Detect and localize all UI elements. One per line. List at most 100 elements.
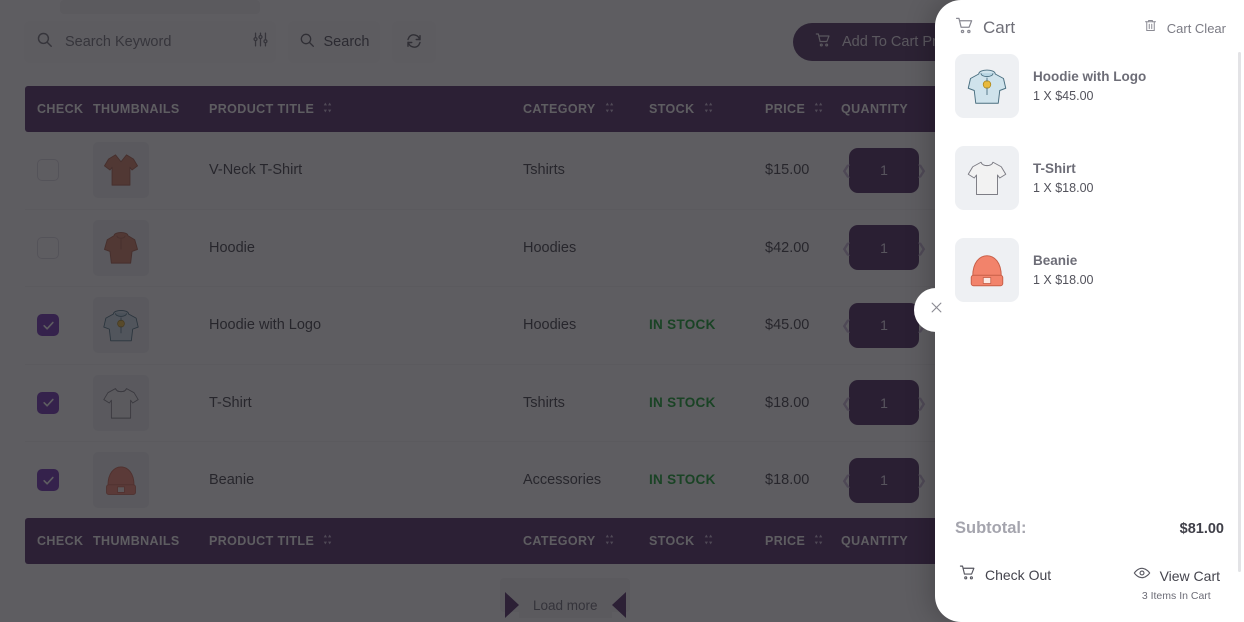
row-checkbox[interactable] [37,236,59,259]
sort-icon[interactable] [812,101,825,117]
quantity-decrement-icon[interactable]: ❮ [841,474,852,487]
search-button-label: Search [323,34,370,50]
search-input[interactable] [65,34,252,50]
cart-items-list[interactable]: Hoodie with Logo 1 X $45.00 T-Shirt 1 X … [935,50,1244,509]
quantity-value: 1 [849,147,919,193]
sort-icon[interactable] [812,533,825,549]
row-product-title: Hoodie with Logo [209,317,322,334]
column-header-cat[interactable]: CATEGORY [523,533,649,549]
row-checkbox[interactable] [37,391,59,414]
cart-item-name: Hoodie with Logo [1033,69,1147,84]
cart-item[interactable]: T-Shirt 1 X $18.00 [955,146,1226,210]
quantity-decrement-icon[interactable]: ❮ [841,241,852,254]
quantity-decrement-icon[interactable]: ❮ [841,164,852,177]
row-checkbox[interactable] [37,159,59,182]
quantity-stepper[interactable]: ❮ 1 ❯ [841,380,927,426]
cart-icon [815,32,831,52]
row-checkbox[interactable] [37,314,59,337]
cart-title: Cart [983,18,1016,37]
beanie-icon [955,238,1019,302]
cart-item-qty-price: 1 X $45.00 [1033,89,1094,103]
subtotal-value: $81.00 [1179,521,1224,537]
row-thumbnail-cell [93,142,209,199]
column-header-stock[interactable]: STOCK [649,533,765,549]
row-price: $42.00 [765,239,810,256]
search-field-wrapper[interactable] [24,21,276,63]
sort-icon[interactable] [603,101,616,117]
sort-icon[interactable] [603,533,616,549]
column-header-title[interactable]: PRODUCT TITLE [209,533,523,549]
screen: Search Add To Cart Product [0,0,1244,622]
quantity-decrement-icon[interactable]: ❮ [841,396,852,409]
cart-item-name: T-Shirt [1033,161,1076,176]
tshirt-vneck-icon [93,142,149,199]
column-header-stock[interactable]: STOCK [649,101,765,117]
cart-clear-button[interactable]: Cart Clear [1143,18,1226,38]
refresh-button[interactable] [392,21,436,63]
cart-item-info: T-Shirt 1 X $18.00 [1033,161,1093,195]
row-category: Accessories [523,472,602,489]
hoodie-icon [93,219,149,276]
cart-footer: Subtotal: $81.00 Check Out View Cart 3 I… [935,509,1244,622]
row-checkbox[interactable] [37,469,59,492]
search-icon [36,31,53,53]
refresh-icon [405,32,423,53]
row-check-cell [25,236,93,259]
check-out-label: Check Out [985,567,1052,583]
status-badge: IN STOCK [649,394,716,410]
row-category: Tshirts [523,394,565,411]
column-header-check: CHECK [25,534,93,548]
cart-item[interactable]: Beanie 1 X $18.00 [955,238,1226,302]
sort-icon[interactable] [321,101,334,117]
beanie-icon [93,452,149,509]
cart-icon [959,564,976,586]
quantity-increment-icon[interactable]: ❯ [916,241,927,254]
sliders-icon[interactable] [252,31,269,53]
cart-header: Cart Cart Clear [935,0,1244,50]
row-check-cell [25,159,93,182]
view-cart-button[interactable]: View Cart [1133,564,1220,587]
quantity-increment-icon[interactable]: ❯ [916,474,927,487]
toolbar: Search [24,21,436,63]
row-check-cell [25,314,93,337]
column-header-cat[interactable]: CATEGORY [523,101,649,117]
column-header-label: THUMBNAILS [93,102,180,116]
subtotal-row: Subtotal: $81.00 [955,519,1224,538]
column-header-label: QUANTITY [841,102,909,116]
cart-item-qty-price: 1 X $18.00 [1033,273,1094,287]
sort-icon[interactable] [702,101,715,117]
trash-icon [1143,18,1158,38]
quantity-decrement-icon[interactable]: ❮ [841,319,852,332]
search-button[interactable]: Search [288,21,380,63]
cart-item[interactable]: Hoodie with Logo 1 X $45.00 [955,54,1226,118]
tshirt-icon [955,146,1019,210]
column-header-label: STOCK [649,534,695,548]
close-icon [929,300,944,320]
sort-icon[interactable] [702,533,715,549]
column-header-label: PRODUCT TITLE [209,534,315,548]
quantity-stepper[interactable]: ❮ 1 ❯ [841,457,927,503]
cart-scrollbar[interactable] [1238,52,1241,572]
quantity-stepper[interactable]: ❮ 1 ❯ [841,147,927,193]
quantity-increment-icon[interactable]: ❯ [916,164,927,177]
check-out-button[interactable]: Check Out [959,564,1051,586]
column-header-price[interactable]: PRICE [765,101,841,117]
column-header-label: CHECK [37,102,84,116]
items-in-cart-count: 3 Items In Cart [1141,590,1211,602]
cart-drawer: Cart Cart Clear Hoodie with Logo 1 X $45… [914,0,1244,622]
row-price: $18.00 [765,472,810,489]
load-more-button[interactable]: Load more [505,592,626,618]
cart-item-qty-price: 1 X $18.00 [1033,181,1094,195]
sort-icon[interactable] [321,533,334,549]
column-header-title[interactable]: PRODUCT TITLE [209,101,523,117]
row-product-title: Beanie [209,472,255,489]
cart-icon [955,16,974,40]
hoodie-logo-icon [93,297,149,354]
column-header-thumb: THUMBNAILS [93,102,209,116]
eye-icon [1133,564,1151,587]
cart-clear-label: Cart Clear [1166,20,1226,36]
quantity-increment-icon[interactable]: ❯ [916,396,927,409]
close-drawer-button[interactable] [914,288,958,332]
column-header-price[interactable]: PRICE [765,533,841,549]
quantity-stepper[interactable]: ❮ 1 ❯ [841,225,927,271]
